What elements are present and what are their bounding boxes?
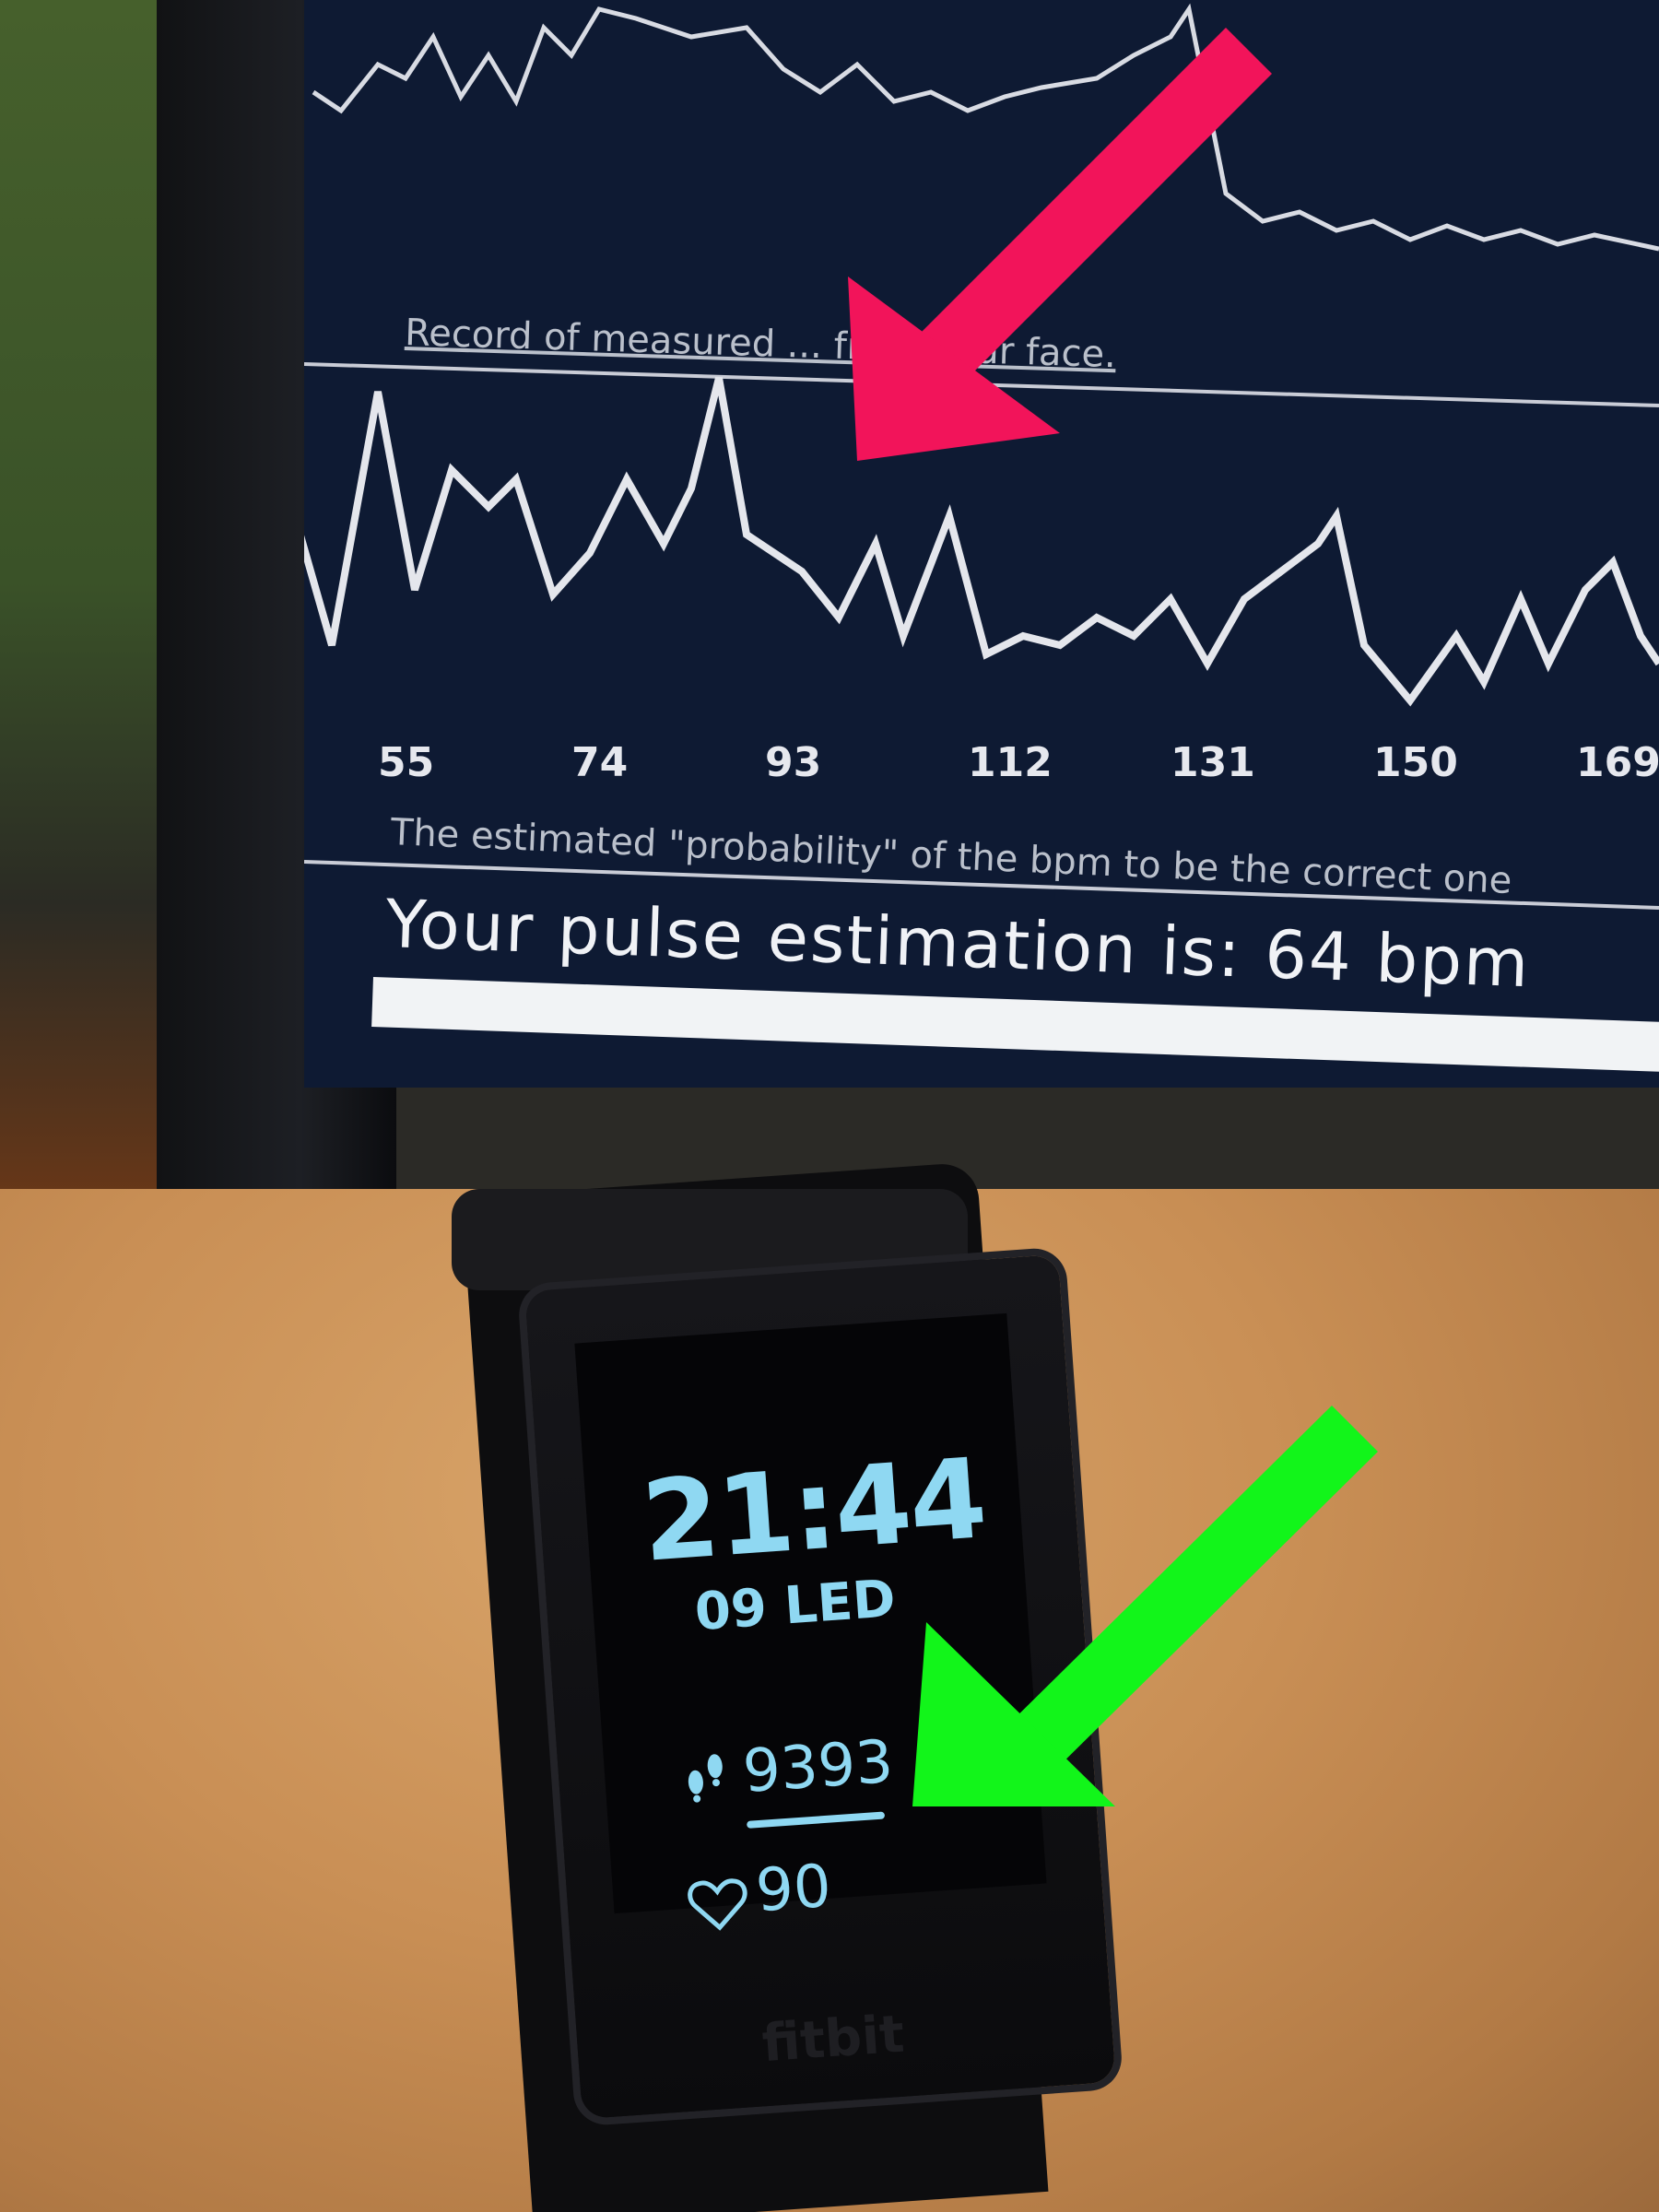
green-arrow-icon bbox=[912, 1406, 1378, 1806]
photo-scene: Record of measured ... from your face. 5… bbox=[0, 0, 1659, 2212]
pink-arrow-icon bbox=[848, 28, 1272, 461]
annotation-arrows bbox=[848, 28, 1378, 1806]
